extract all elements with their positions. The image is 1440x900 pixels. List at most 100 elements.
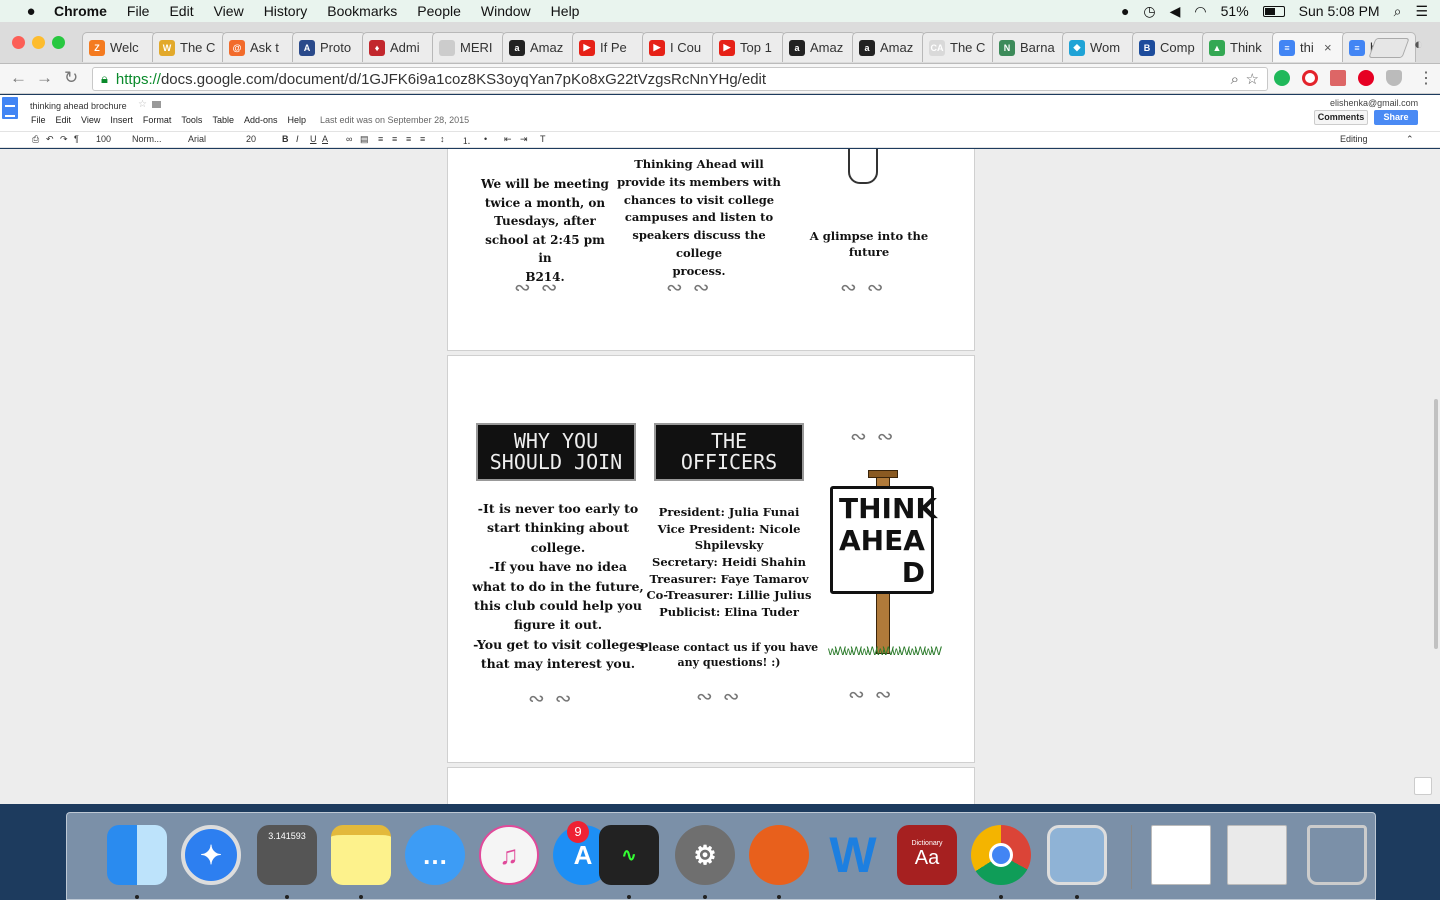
font-size-select[interactable]: 20 [246, 134, 256, 144]
line-spacing-icon[interactable]: ↕ [440, 134, 445, 144]
chrome-icon[interactable] [971, 825, 1031, 885]
meeting-info-text[interactable]: We will be meeting twice a month, on Tue… [480, 175, 610, 287]
pinterest-extension-icon[interactable] [1358, 70, 1374, 86]
browser-tab[interactable]: ≡ thi × [1272, 32, 1346, 62]
trash-icon[interactable] [1307, 825, 1367, 885]
redo-icon[interactable]: ↷ [60, 134, 68, 145]
word-writer-icon[interactable]: W [823, 825, 883, 885]
grammarly-status-icon[interactable]: ● [1121, 3, 1129, 19]
browser-tab[interactable]: ▶ I Cou [642, 32, 716, 62]
menu-view[interactable]: View [214, 3, 244, 19]
firefox-icon[interactable] [749, 825, 809, 885]
browser-tab[interactable]: ▲ Think [1202, 32, 1276, 62]
docs-menu-table[interactable]: Table [212, 115, 234, 125]
browser-tab[interactable]: a Amaz [782, 32, 856, 62]
menu-file[interactable]: File [127, 3, 150, 19]
font-select[interactable]: Arial [188, 134, 206, 144]
opera-extension-icon[interactable] [1302, 70, 1318, 86]
reload-icon[interactable]: ↻ [64, 68, 78, 88]
battery-percent[interactable]: 51% [1221, 3, 1249, 19]
itunes-icon[interactable]: ♫ [479, 825, 539, 885]
grammarly-extension-icon[interactable] [1274, 70, 1290, 86]
shield-extension-icon[interactable] [1386, 70, 1402, 86]
zoom-select[interactable]: 100 [96, 134, 111, 144]
spotlight-icon[interactable]: ⌕ [1394, 3, 1402, 20]
menu-bookmarks[interactable]: Bookmarks [327, 3, 397, 19]
docs-menu-tools[interactable]: Tools [181, 115, 202, 125]
docs-logo-icon[interactable] [2, 97, 18, 119]
preview-icon[interactable] [1047, 825, 1107, 885]
text-color-icon[interactable]: A [322, 134, 328, 144]
underline-icon[interactable]: U [310, 134, 317, 144]
officers-banner[interactable]: THE OFFICERS [654, 423, 804, 481]
comment-icon[interactable]: ▤ [360, 134, 369, 145]
puzzle-extension-icon[interactable] [1330, 70, 1346, 86]
docs-menu-edit[interactable]: Edit [56, 115, 72, 125]
minimized-document-icon[interactable] [1151, 825, 1211, 885]
document-page[interactable]: WHY YOU SHOULD JOIN THE OFFICERS ∾∾ -It … [447, 355, 975, 763]
why-join-text[interactable]: -It is never too early to start thinking… [468, 499, 648, 673]
calculator-icon[interactable]: 3.141593 [257, 825, 317, 885]
menu-people[interactable]: People [417, 3, 461, 19]
back-arrow-icon[interactable]: ← [10, 68, 27, 88]
apple-menu-icon[interactable]: ● [20, 3, 42, 20]
share-button[interactable]: Share [1374, 110, 1418, 125]
user-email[interactable]: elishenka@gmail.com [1330, 98, 1418, 108]
italic-icon[interactable]: I [296, 134, 299, 144]
notes-icon[interactable] [331, 825, 391, 885]
increase-indent-icon[interactable]: ⇥ [520, 134, 528, 145]
docs-menu-format[interactable]: Format [143, 115, 172, 125]
time-machine-icon[interactable]: ◷ [1143, 3, 1155, 20]
think-ahead-sign-image[interactable]: THINK AHEA D wWwWwWwWwWwWwW [828, 464, 942, 664]
forward-arrow-icon[interactable]: → [36, 68, 53, 88]
align-center-icon[interactable]: ≡ [392, 134, 397, 144]
docs-menu-insert[interactable]: Insert [110, 115, 133, 125]
wifi-icon[interactable]: ◠ [1194, 3, 1206, 20]
vertical-scrollbar[interactable] [1434, 399, 1438, 649]
collapse-icon[interactable]: ⌃ [1406, 134, 1414, 145]
style-select[interactable]: Norm... [132, 134, 162, 144]
browser-tab[interactable]: ▶ If Pe [572, 32, 646, 62]
profile-icon[interactable]: ◐ [1414, 36, 1423, 53]
last-edit-link[interactable]: Last edit was on September 28, 2015 [320, 115, 469, 125]
browser-tab[interactable]: W The C [152, 32, 226, 62]
browser-tab[interactable]: ♦ Admi [362, 32, 436, 62]
battery-icon[interactable] [1262, 5, 1285, 17]
star-icon[interactable]: ☆ [138, 99, 147, 110]
menu-help[interactable]: Help [551, 3, 580, 19]
close-window-button[interactable] [12, 36, 25, 49]
browser-tab[interactable]: N Barna [992, 32, 1066, 62]
system-preferences-icon[interactable]: ⚙ [675, 825, 735, 885]
folder-icon[interactable] [152, 101, 161, 108]
close-tab-icon[interactable]: × [1324, 40, 1332, 55]
browser-tab[interactable]: B Comp [1132, 32, 1206, 62]
comments-button[interactable]: Comments [1314, 110, 1368, 125]
docs-menu-view[interactable]: View [81, 115, 100, 125]
safari-icon[interactable]: ✦ [181, 825, 241, 885]
clock[interactable]: Sun 5:08 PM [1299, 3, 1380, 19]
volume-icon[interactable]: ◀ [1170, 3, 1181, 20]
zoom-icon[interactable]: ⌕ [1231, 71, 1239, 88]
why-join-banner[interactable]: WHY YOU SHOULD JOIN [476, 423, 636, 481]
browser-tab[interactable]: ▶ Top 1 [712, 32, 786, 62]
finder-icon[interactable] [107, 825, 167, 885]
clear-formatting-icon[interactable]: T [540, 134, 546, 144]
document-page[interactable]: We will be meeting twice a month, on Tue… [447, 149, 975, 351]
link-icon[interactable]: ∞ [346, 134, 352, 144]
minimized-window-icon[interactable] [1227, 825, 1287, 885]
activity-monitor-icon[interactable]: ∿ [599, 825, 659, 885]
paint-format-icon[interactable]: ¶ [74, 134, 79, 144]
print-icon[interactable]: ⎙ [32, 134, 39, 145]
browser-tab[interactable]: ◆ Wom [1062, 32, 1136, 62]
browser-tab[interactable]: CA The C [922, 32, 996, 62]
menu-edit[interactable]: Edit [169, 3, 193, 19]
align-justify-icon[interactable]: ≡ [420, 134, 425, 144]
messages-icon[interactable]: … [405, 825, 465, 885]
contact-text[interactable]: Please contact us if you have any questi… [638, 640, 820, 671]
browser-tab[interactable]: @ Ask t [222, 32, 296, 62]
chrome-menu-icon[interactable]: ⋮ [1418, 68, 1434, 88]
bulleted-list-icon[interactable]: • [484, 134, 487, 144]
browser-tab[interactable]: a Amaz [502, 32, 576, 62]
app-name-menu[interactable]: Chrome [54, 3, 107, 19]
notification-center-icon[interactable]: ☰ [1415, 3, 1428, 20]
